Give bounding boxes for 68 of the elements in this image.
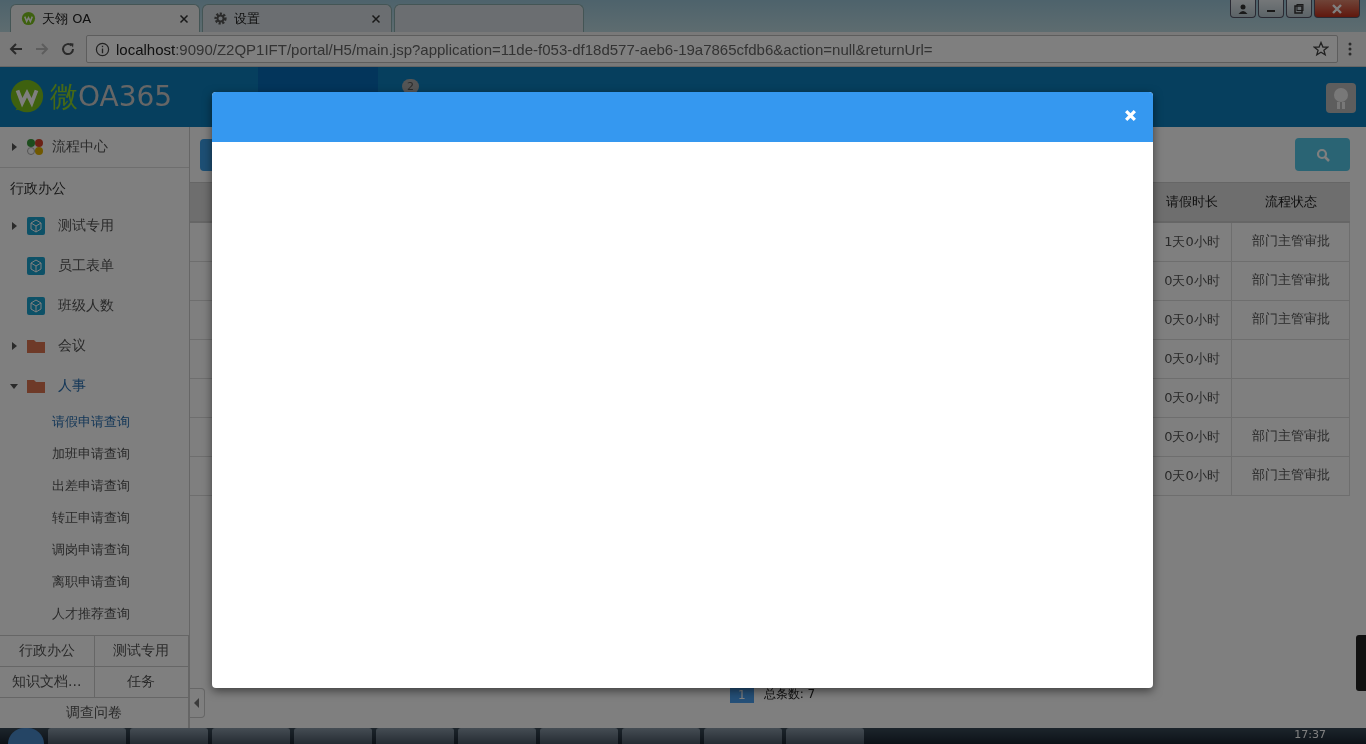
tab-title: 天翎 OA xyxy=(42,9,93,28)
sidebar-subitem[interactable]: 调岗申请查询 xyxy=(0,534,189,566)
audio-meter-icon xyxy=(1356,635,1366,691)
taskbar-button[interactable] xyxy=(540,728,618,744)
close-icon[interactable] xyxy=(1314,0,1360,18)
taskbar-button[interactable] xyxy=(376,728,454,744)
cube-icon xyxy=(27,257,45,275)
folder-icon xyxy=(27,377,45,395)
close-icon[interactable] xyxy=(371,13,381,24)
collapse-handle[interactable] xyxy=(190,688,205,718)
sidebar-subitem[interactable]: 转正申请查询 xyxy=(0,502,189,534)
taskbar-button[interactable] xyxy=(130,728,208,744)
user-icon[interactable] xyxy=(1230,0,1256,18)
taskbar-button[interactable] xyxy=(786,728,864,744)
taskbar-button[interactable] xyxy=(622,728,700,744)
info-icon xyxy=(95,41,110,57)
table-cell: 部门主管审批 xyxy=(1251,232,1330,250)
cube-icon xyxy=(27,217,45,235)
browser-tab[interactable]: 天翎 OA xyxy=(10,4,200,32)
menu-icon[interactable] xyxy=(1348,41,1352,57)
taskbar-button[interactable] xyxy=(48,728,126,744)
table-cell: 部门主管审批 xyxy=(1251,310,1330,328)
sidebar-item[interactable]: 班级人数 xyxy=(0,286,189,326)
search-button[interactable] xyxy=(1295,138,1350,171)
sidebar-subitem[interactable]: 请假申请查询 xyxy=(0,406,189,438)
star-icon[interactable] xyxy=(1313,41,1329,57)
table-cell: 部门主管审批 xyxy=(1251,271,1330,289)
sidebar-item[interactable]: 测试专用 xyxy=(0,206,189,246)
section-title: 行政办公 xyxy=(9,179,67,198)
table-cell: 部门主管审批 xyxy=(1251,466,1330,484)
maximize-icon[interactable] xyxy=(1286,0,1312,18)
sidebar-item[interactable]: 员工表单 xyxy=(0,246,189,286)
sidebar-subitem[interactable]: 离职申请查询 xyxy=(0,566,189,598)
folder-icon xyxy=(27,337,45,355)
sidebar-subitem[interactable]: 出差申请查询 xyxy=(0,470,189,502)
search-icon xyxy=(1315,147,1330,162)
sidebar-subitem[interactable]: 加班申请查询 xyxy=(0,438,189,470)
cube-icon xyxy=(27,297,45,315)
taskbar-button[interactable] xyxy=(458,728,536,744)
avatar-icon[interactable] xyxy=(1326,83,1356,113)
reload-icon[interactable] xyxy=(60,41,76,57)
taskbar-button[interactable] xyxy=(704,728,782,744)
start-button[interactable] xyxy=(8,728,44,744)
logo-icon xyxy=(21,11,36,26)
tab-title: 设置 xyxy=(234,9,261,28)
browser-tab[interactable] xyxy=(394,4,584,32)
close-icon[interactable] xyxy=(179,13,189,24)
module-tab[interactable]: 测试专用 xyxy=(94,636,189,667)
taskbar-button[interactable] xyxy=(212,728,290,744)
logo-text: 微OA365 xyxy=(50,79,173,115)
browser-tab[interactable]: 设置 xyxy=(202,4,392,32)
sidebar-subitem[interactable]: 人才推荐查询 xyxy=(0,598,189,630)
sidebar-item[interactable]: 人事 xyxy=(0,366,189,406)
address-field[interactable]: localhost:9090/Z2QP1IFT/portal/H5/main.jsp?application=11de-f053-df18d577-aeb6-19a7865cfdb6&action=null&returnUrl= xyxy=(86,35,1338,63)
back-icon[interactable] xyxy=(8,41,24,57)
taskbar-button[interactable] xyxy=(294,728,372,744)
apps-icon xyxy=(26,138,44,156)
forward-icon[interactable] xyxy=(34,41,50,57)
settings-icon xyxy=(213,11,228,26)
module-tab[interactable]: 任务 xyxy=(94,667,189,698)
table-cell: 部门主管审批 xyxy=(1251,427,1330,445)
sidebar-item[interactable]: 会议 xyxy=(0,326,189,366)
column-header: 流程状态 xyxy=(1232,183,1350,221)
clock: 17:37 xyxy=(1294,728,1326,742)
minimize-icon[interactable] xyxy=(1258,0,1284,18)
module-tab[interactable]: 知识文档... xyxy=(0,667,95,698)
total-count: 总条数: 7 xyxy=(763,686,816,703)
module-tab[interactable]: 行政办公 xyxy=(0,636,95,667)
